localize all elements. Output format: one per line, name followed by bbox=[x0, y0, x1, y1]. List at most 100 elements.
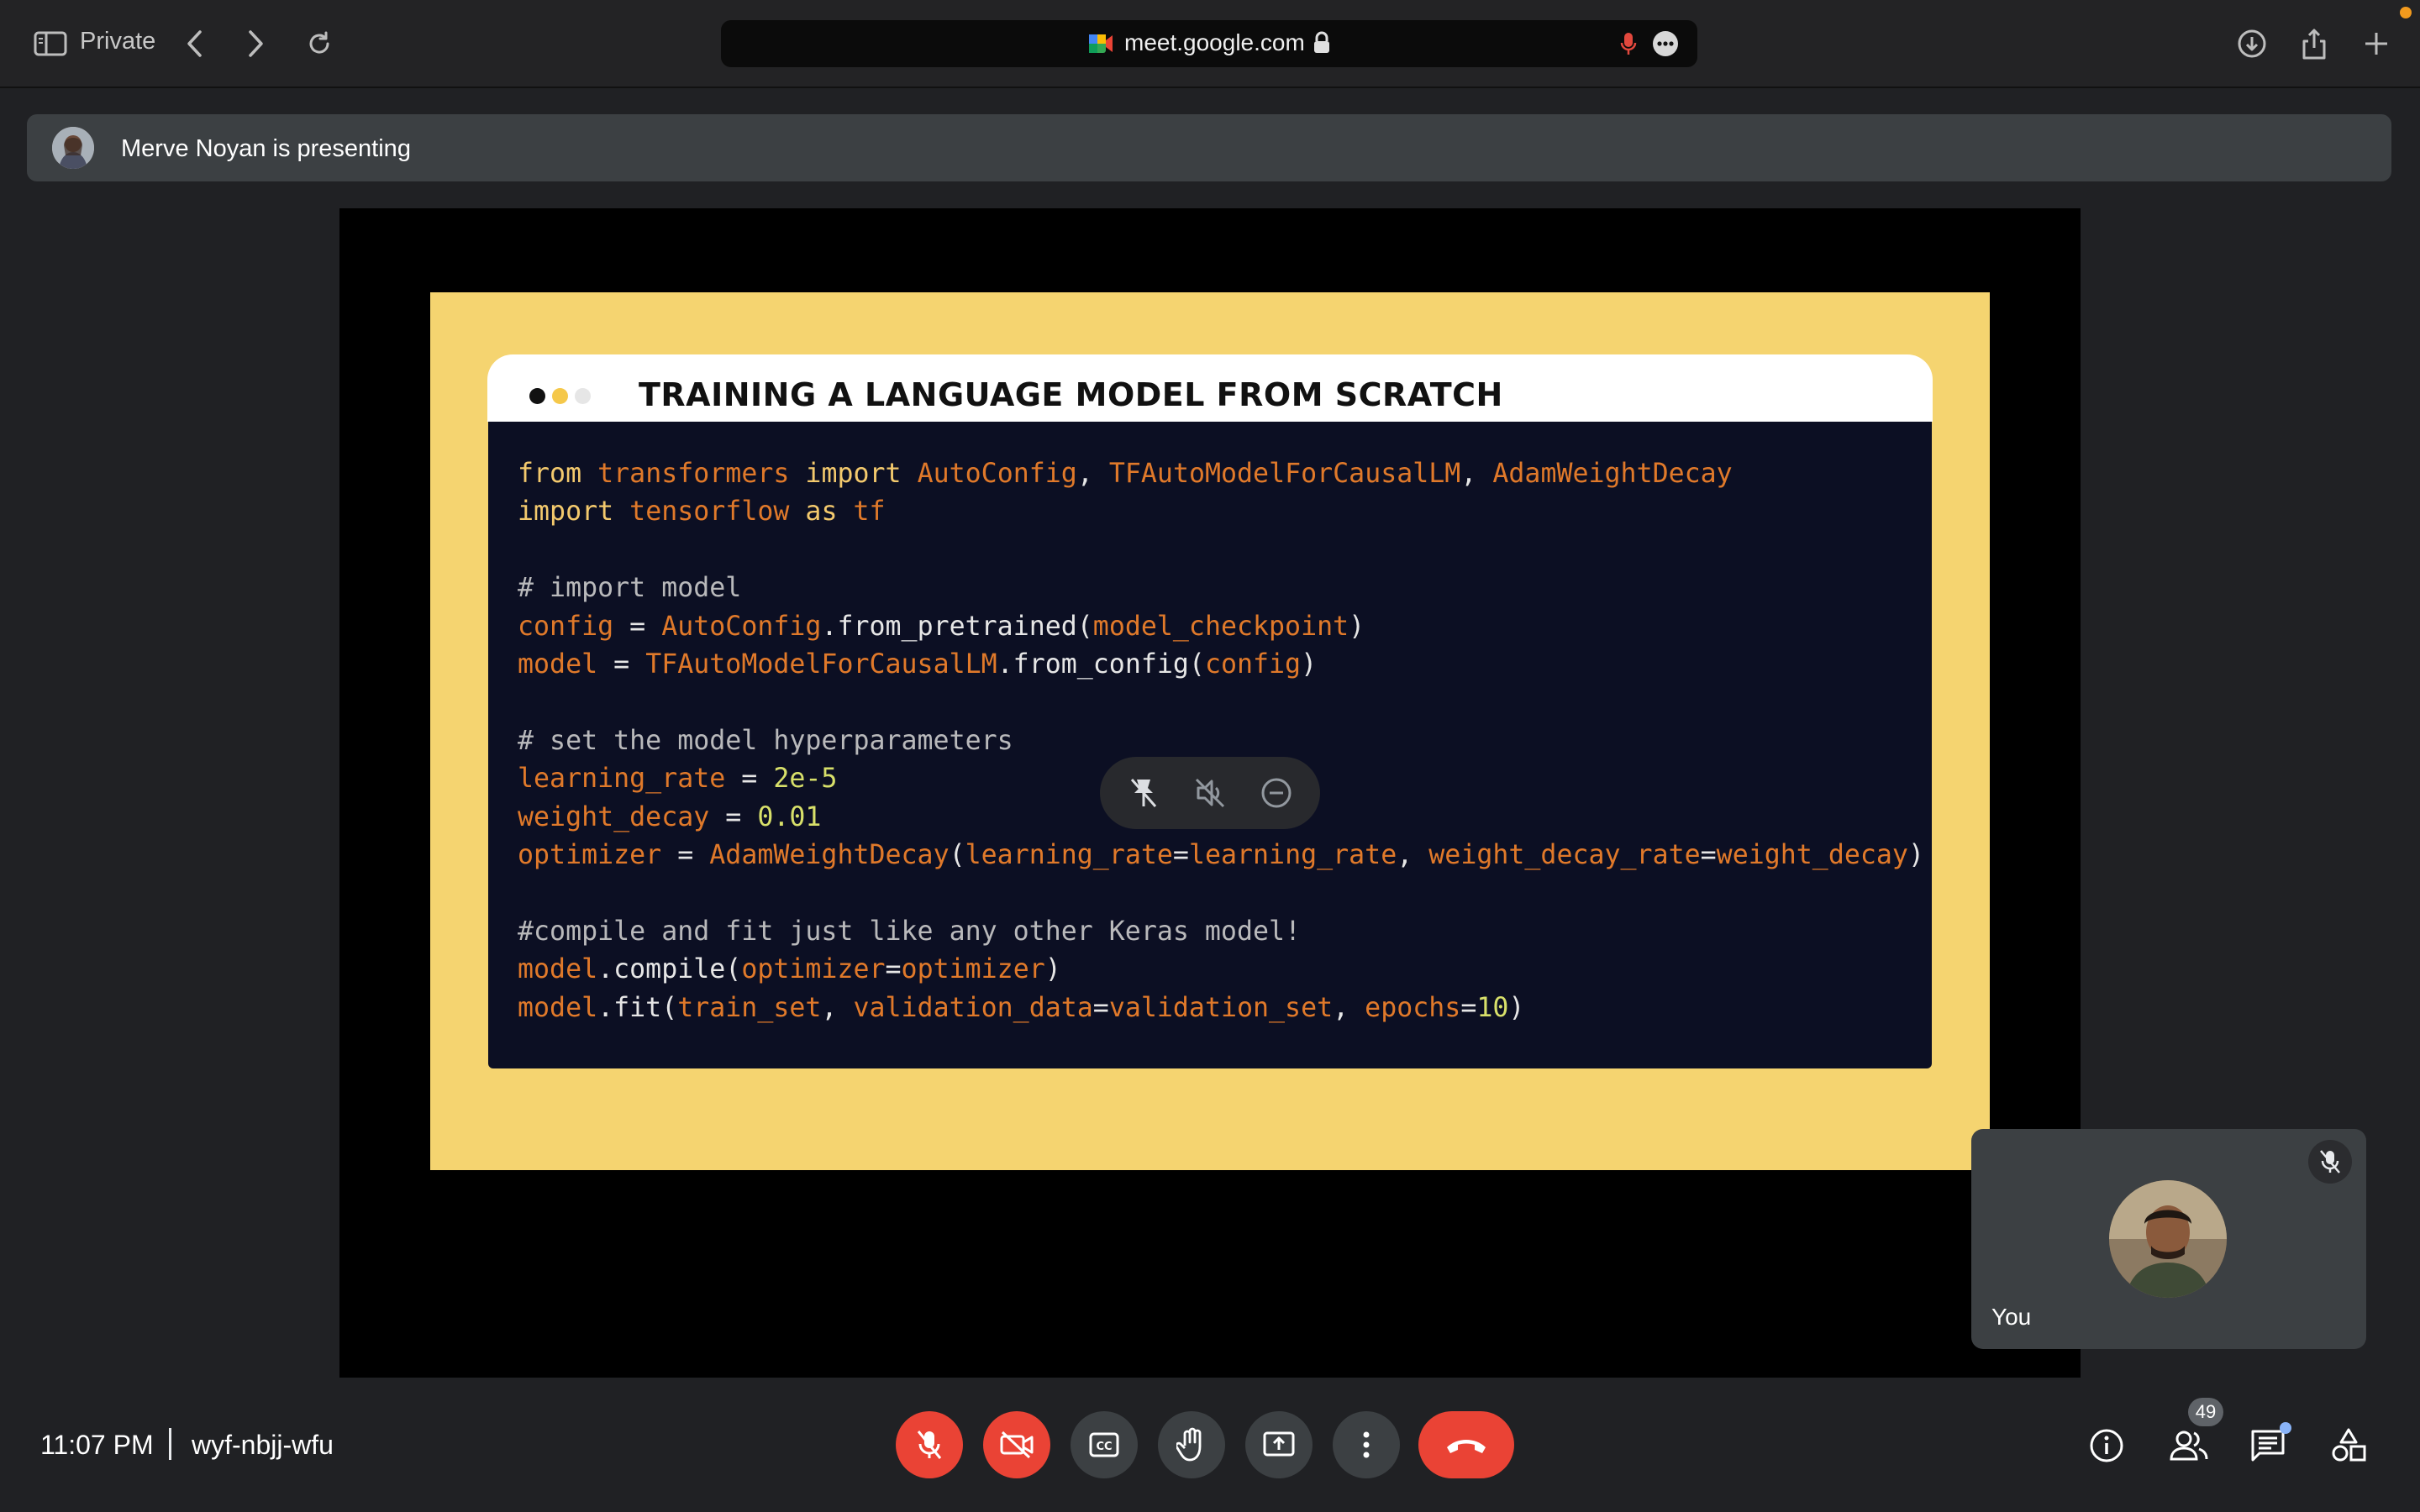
code-token: learning_rate bbox=[1188, 840, 1397, 871]
meeting-details-icon[interactable] bbox=[2082, 1421, 2131, 1470]
mute-tile-icon[interactable] bbox=[1192, 774, 1228, 811]
code-token: ) bbox=[1044, 954, 1061, 985]
code-line: model.fit(train_set, validation_data=val… bbox=[518, 990, 1924, 1027]
code-token: validation_data bbox=[853, 992, 1093, 1023]
back-icon[interactable] bbox=[171, 20, 218, 67]
participants-count-badge: 49 bbox=[2188, 1398, 2223, 1426]
code-token: weight_decay bbox=[1716, 840, 1908, 871]
microphone-toggle-button[interactable] bbox=[896, 1411, 963, 1478]
code-token: AdamWeightDecay bbox=[1492, 459, 1733, 489]
more-options-button[interactable] bbox=[1333, 1411, 1400, 1478]
code-token: = bbox=[613, 611, 662, 642]
code-token: .compile( bbox=[597, 954, 742, 985]
url-text: meet.google.com bbox=[1124, 29, 1305, 55]
code-token: ) bbox=[1907, 840, 1924, 871]
people-icon[interactable] bbox=[2165, 1421, 2213, 1470]
meeting-time: 11:07 PM bbox=[40, 1430, 154, 1460]
code-token: validation_set bbox=[1108, 992, 1334, 1023]
microphone-in-use-icon[interactable] bbox=[1620, 31, 1637, 56]
code-line: optimizer = AdamWeightDecay(learning_rat… bbox=[518, 837, 1924, 874]
code-token: learning_rate bbox=[518, 764, 726, 795]
window-dot-black bbox=[529, 388, 545, 404]
code-token: ( bbox=[949, 840, 965, 871]
code-token: from bbox=[518, 459, 582, 489]
code-line: # set the model hyperparameters bbox=[518, 722, 1924, 760]
reload-icon[interactable] bbox=[296, 20, 343, 67]
self-mic-off-icon bbox=[2308, 1140, 2352, 1184]
code-token: optimizer bbox=[741, 954, 886, 985]
svg-text:CC: CC bbox=[1096, 1441, 1112, 1453]
code-token: optimizer bbox=[518, 840, 662, 871]
code-token: weight_decay bbox=[518, 801, 710, 832]
raise-hand-button[interactable] bbox=[1158, 1411, 1225, 1478]
code-token: = bbox=[597, 649, 646, 680]
downloads-icon[interactable] bbox=[2228, 20, 2275, 67]
code-token: 10 bbox=[1476, 992, 1509, 1023]
code-token: import bbox=[805, 459, 902, 489]
camera-toggle-button[interactable] bbox=[983, 1411, 1050, 1478]
code-token: = bbox=[1092, 992, 1109, 1023]
code-token: ) bbox=[1349, 611, 1365, 642]
code-token: = bbox=[661, 840, 710, 871]
sidebar-toggle-icon[interactable] bbox=[27, 20, 74, 67]
self-name-label: You bbox=[1991, 1304, 2032, 1330]
code-token: TFAutoModelForCausalLM bbox=[1108, 459, 1461, 489]
notification-dot bbox=[2400, 7, 2412, 18]
code-token: AutoConfig bbox=[661, 611, 822, 642]
new-tab-icon[interactable] bbox=[2353, 20, 2400, 67]
code-token: optimizer bbox=[901, 954, 1045, 985]
share-icon[interactable] bbox=[2291, 20, 2338, 67]
chat-unread-dot bbox=[2280, 1422, 2291, 1434]
code-token: = bbox=[709, 801, 758, 832]
code-token: learning_rate bbox=[965, 840, 1173, 871]
code-token: .from_pretrained( bbox=[821, 611, 1093, 642]
activities-icon[interactable] bbox=[2324, 1421, 2373, 1470]
code-token: , bbox=[821, 992, 854, 1023]
code-token: train_set bbox=[677, 992, 822, 1023]
self-avatar bbox=[2109, 1180, 2227, 1298]
unpin-icon[interactable] bbox=[1125, 774, 1162, 811]
code-token: #compile and fit just like any other Ker… bbox=[518, 916, 1302, 947]
code-token: = bbox=[885, 954, 902, 985]
code-token: .from_config( bbox=[997, 649, 1205, 680]
code-token: .fit( bbox=[597, 992, 678, 1023]
code-token: ) bbox=[1301, 649, 1318, 680]
window-dot-gray bbox=[575, 388, 591, 404]
code-token: # set the model hyperparameters bbox=[518, 725, 1013, 756]
code-token: transformers bbox=[597, 459, 790, 489]
captions-button[interactable]: CC bbox=[1071, 1411, 1138, 1478]
code-token: , bbox=[1460, 459, 1493, 489]
code-token: , bbox=[1076, 459, 1109, 489]
forward-icon[interactable] bbox=[232, 20, 279, 67]
presenter-avatar bbox=[52, 127, 94, 169]
code-token: = bbox=[1460, 992, 1477, 1023]
code-token: config bbox=[518, 611, 614, 642]
code-token: AutoConfig bbox=[917, 459, 1077, 489]
code-token: model bbox=[518, 954, 598, 985]
presenting-text: Merve Noyan is presenting bbox=[121, 135, 411, 162]
code-token: , bbox=[1333, 992, 1365, 1023]
code-token: model bbox=[518, 992, 598, 1023]
meeting-code: wyf-nbjj-wfu bbox=[192, 1430, 334, 1460]
code-token: ) bbox=[1508, 992, 1525, 1023]
page-menu-icon[interactable] bbox=[1652, 30, 1679, 57]
code-line: from transformers import AutoConfig, TFA… bbox=[518, 455, 1924, 493]
code-line: # import model bbox=[518, 570, 1924, 607]
code-line: model = TFAutoModelForCausalLM.from_conf… bbox=[518, 646, 1924, 684]
present-now-button[interactable] bbox=[1245, 1411, 1313, 1478]
leave-call-button[interactable] bbox=[1418, 1411, 1514, 1478]
code-line: import tensorflow as tf bbox=[518, 493, 1924, 531]
code-token: # import model bbox=[518, 573, 742, 604]
google-meet-favicon-icon bbox=[1087, 32, 1114, 55]
tile-hover-controls bbox=[1100, 757, 1320, 829]
code-token: epochs bbox=[1365, 992, 1461, 1023]
remove-tile-icon[interactable] bbox=[1258, 774, 1295, 811]
